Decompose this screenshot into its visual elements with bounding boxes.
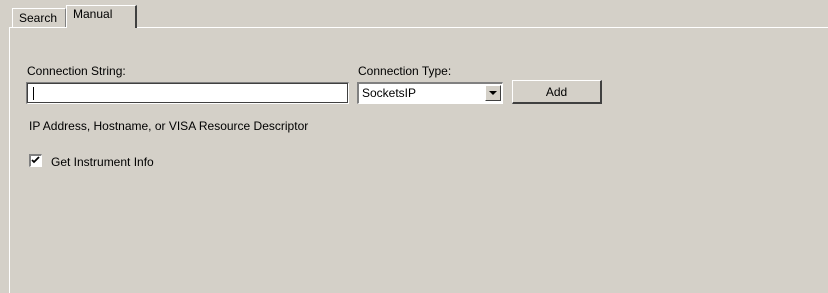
connection-string-hint: IP Address, Hostname, or VISA Resource D… bbox=[29, 119, 309, 133]
get-instrument-info-checkbox[interactable] bbox=[29, 154, 42, 167]
connection-type-label: Connection Type: bbox=[358, 64, 452, 78]
chevron-down-icon[interactable] bbox=[485, 85, 501, 101]
tab-search[interactable]: Search bbox=[12, 8, 66, 27]
connection-type-selected-value: SocketsIP bbox=[362, 86, 417, 100]
tab-manual-label: Manual bbox=[73, 7, 113, 21]
add-button[interactable]: Add bbox=[512, 80, 602, 104]
text-caret bbox=[33, 87, 34, 100]
get-instrument-info-label[interactable]: Get Instrument Info bbox=[51, 155, 154, 169]
tab-strip: Search Manual bbox=[0, 0, 828, 28]
tab-panel-border-left bbox=[9, 27, 10, 293]
tab-manual[interactable]: Manual bbox=[66, 5, 137, 28]
connection-type-select[interactable]: SocketsIP bbox=[357, 82, 503, 104]
checkmark-icon bbox=[31, 156, 40, 164]
connection-string-input[interactable] bbox=[26, 82, 349, 104]
connection-string-label: Connection String: bbox=[27, 64, 126, 78]
manual-connection-panel: Search Manual Connection String: Connect… bbox=[0, 0, 828, 293]
tab-search-label: Search bbox=[19, 11, 58, 25]
